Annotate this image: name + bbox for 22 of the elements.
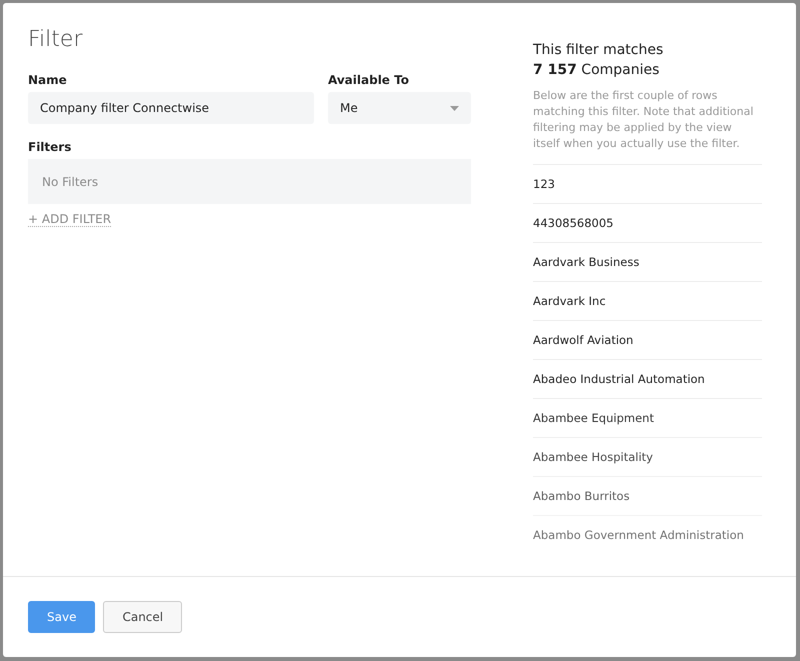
empty-text: No Filters xyxy=(42,174,98,188)
preview-row: Aardvark Inc xyxy=(533,281,762,320)
preview-row: 44308568005 xyxy=(533,203,762,242)
preview-heading: This filter matches xyxy=(533,41,664,60)
field-label: Name xyxy=(28,73,68,87)
preview-row: Abadeo Industrial Automation xyxy=(533,359,762,398)
field-label: Available To xyxy=(328,73,410,87)
preview-row: Abambee Hospitality xyxy=(533,437,762,476)
available-to-dropdown[interactable]: Me xyxy=(328,92,471,124)
preview-row: Aardvark Business xyxy=(533,242,762,281)
preview-row: Aardwolf Aviation xyxy=(533,320,762,359)
dialog-title: Filter xyxy=(28,27,84,52)
field-label: Filters xyxy=(28,140,72,154)
caret-icon xyxy=(450,106,459,110)
preview-row: 123 xyxy=(533,164,762,203)
cancel-button[interactable]: Cancel xyxy=(103,601,182,633)
preview-note: Below are the first couple of rows matching this filter. Note that additional filtering may be applied by the view itself when you actually use the filter. xyxy=(533,88,754,152)
preview-row: Abambo Burritos xyxy=(533,476,762,515)
name-field[interactable]: Company filter Connectwise xyxy=(28,92,314,124)
match-count: 7 157 Companies xyxy=(533,61,660,80)
preview-row: Abambee Equipment xyxy=(533,398,762,437)
preview-row: Abambo Government Administration xyxy=(533,515,762,554)
